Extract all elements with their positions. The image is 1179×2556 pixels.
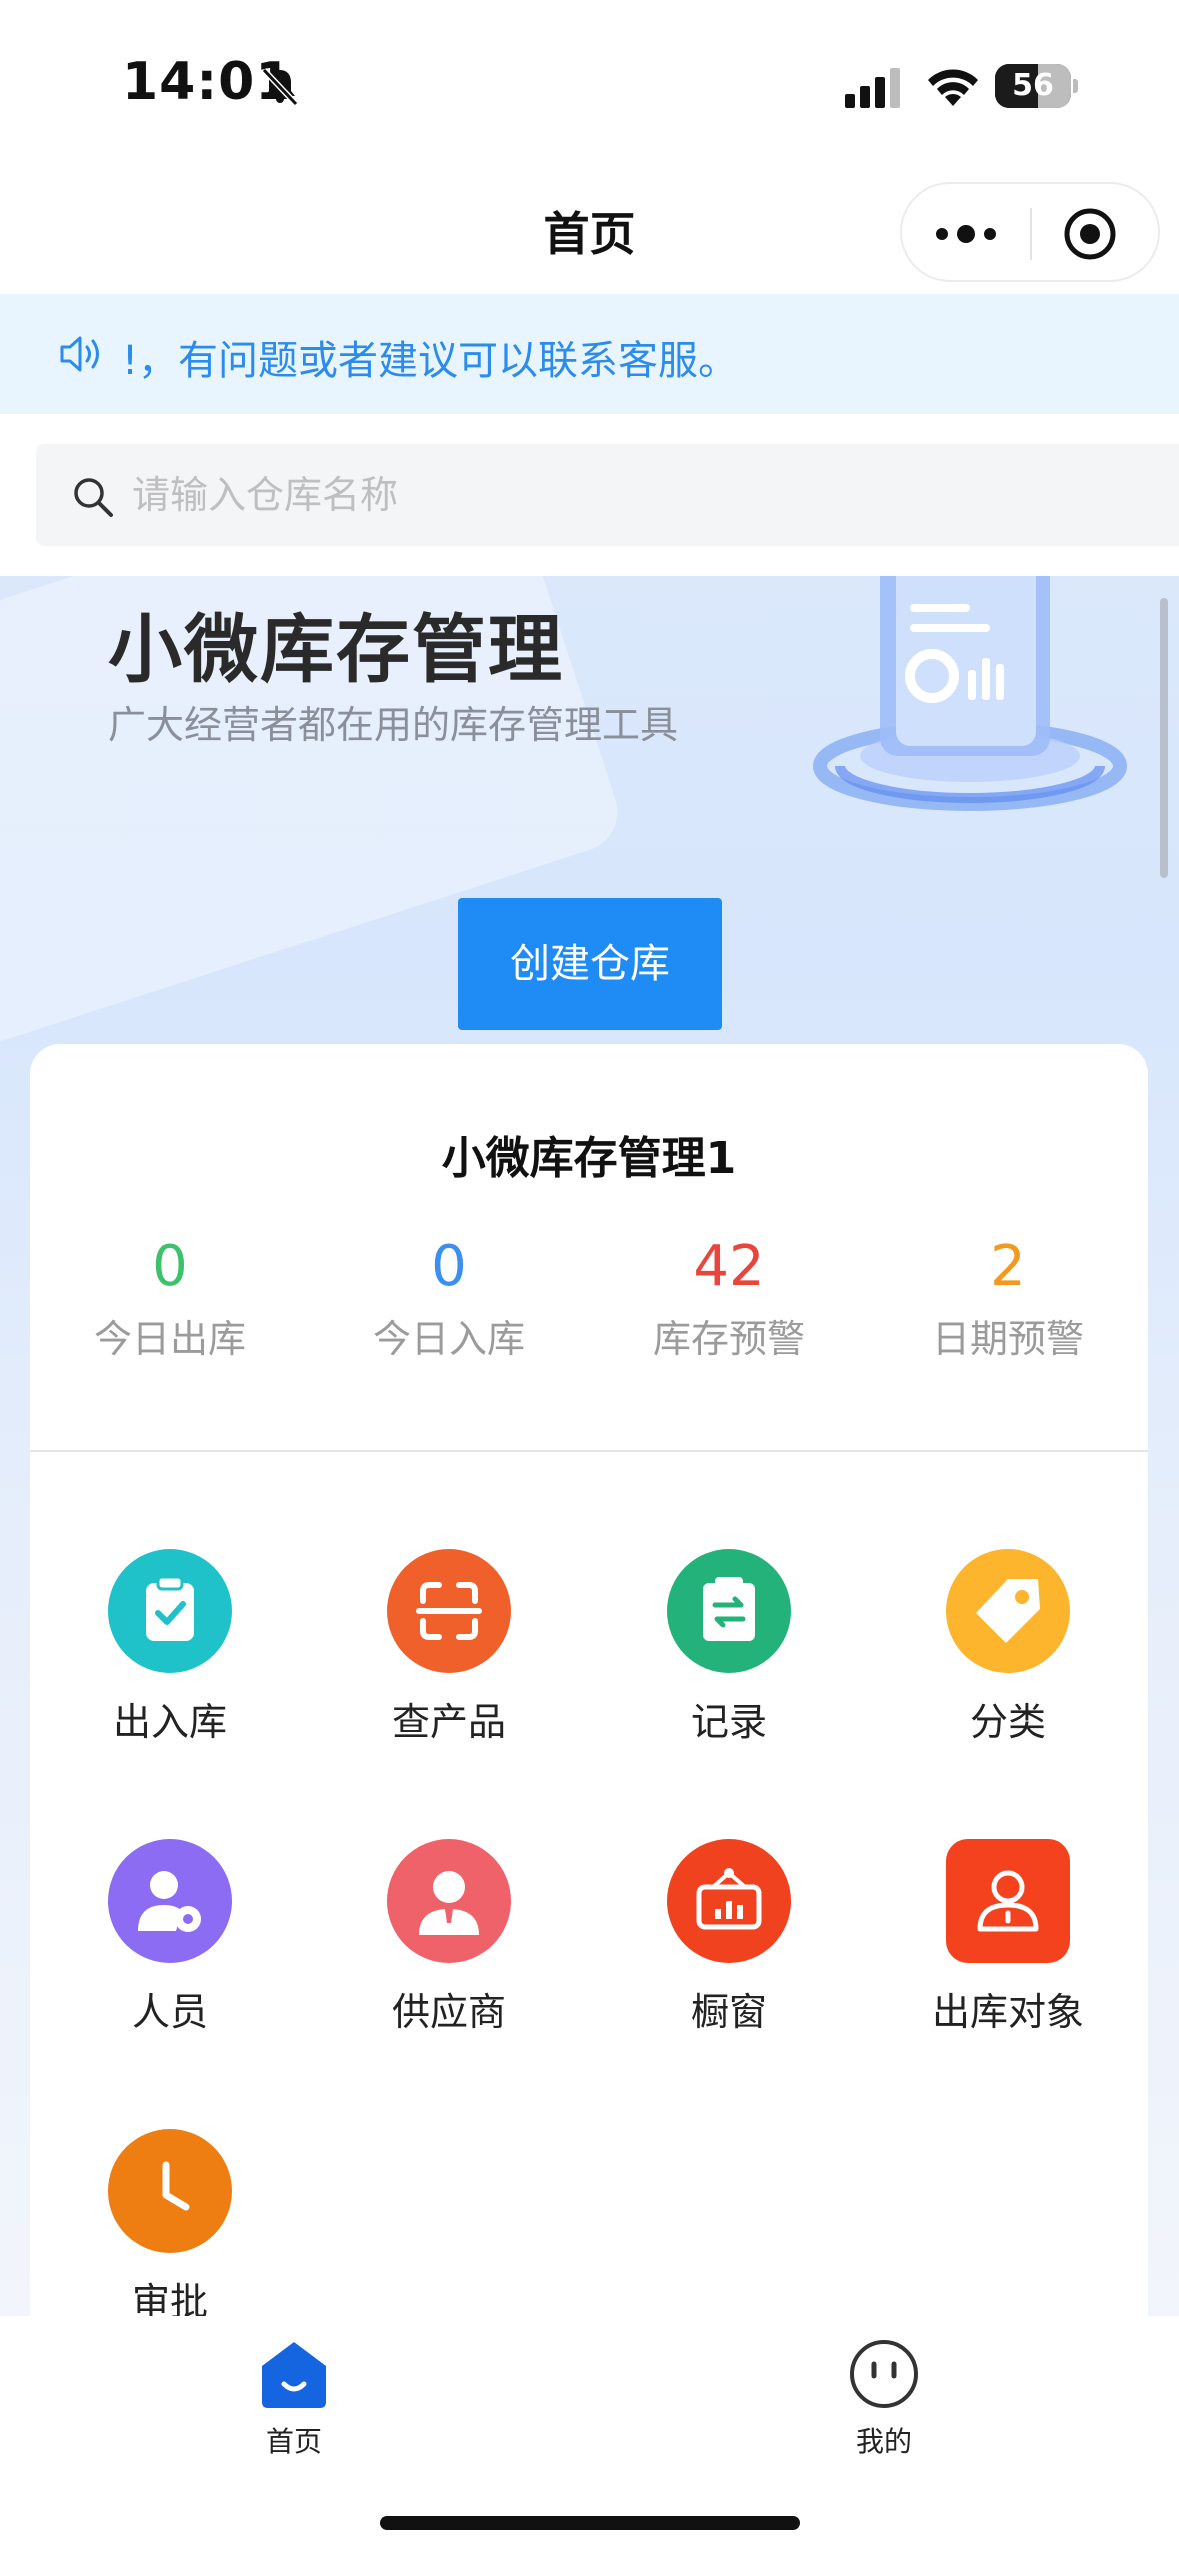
warehouse-card: 小微库存管理1 0 今日出库 0 今日入库 42 库存预警 2 日期预警 出入库… <box>30 1044 1148 2316</box>
showcase-icon <box>696 1868 762 1930</box>
hero-banner: 小微库存管理 广大经营者都在用的库存管理工具 创建仓库 小微库存管理1 0 今日… <box>0 576 1179 2316</box>
tag-icon <box>976 1579 1040 1643</box>
mini-program-capsule <box>900 182 1160 282</box>
stat-value: 42 <box>693 1234 765 1299</box>
clock-icon <box>162 2161 190 2211</box>
menu-label: 橱窗 <box>690 1990 767 2034</box>
scrollbar[interactable] <box>1160 598 1168 878</box>
menu-item-showcase[interactable]: 橱窗 <box>589 1839 869 2069</box>
tab-label: 我的 <box>855 2425 912 2458</box>
stat-label: 今日出库 <box>93 1317 246 1361</box>
navigation-bar: 首页 <box>0 170 1179 294</box>
menu-label: 审批 <box>131 2280 208 2316</box>
menu-item-records[interactable]: 记录 <box>589 1549 869 1779</box>
stat-label: 库存预警 <box>652 1317 805 1361</box>
profile-face-icon <box>850 2340 918 2408</box>
menu-label: 出库对象 <box>931 1990 1084 2034</box>
more-options-icon[interactable] <box>932 212 1000 256</box>
home-indicator[interactable] <box>380 2516 800 2530</box>
capsule-divider <box>1030 208 1032 260</box>
stat-value: 0 <box>152 1234 188 1299</box>
stat-label: 今日入库 <box>372 1317 525 1361</box>
menu-item-search-product[interactable]: 查产品 <box>309 1549 589 1779</box>
stat-date-warning[interactable]: 2 日期预警 <box>868 1232 1148 1363</box>
search-box[interactable] <box>36 444 1179 546</box>
menu-item-stock-in-out[interactable]: 出入库 <box>30 1549 310 1779</box>
create-warehouse-button[interactable]: 创建仓库 <box>458 898 722 1030</box>
cellular-signal-icon <box>845 68 900 108</box>
stat-value: 2 <box>990 1234 1026 1299</box>
tab-home[interactable]: 首页 <box>194 2328 394 2478</box>
person-icon <box>977 1870 1039 1932</box>
warehouse-name: 小微库存管理1 <box>441 1133 737 1184</box>
menu-label: 供应商 <box>391 1990 506 2034</box>
home-icon <box>262 2342 326 2408</box>
search-input[interactable] <box>132 464 1032 526</box>
status-bar: 14:01 56 <box>0 0 1179 170</box>
menu-label: 分类 <box>969 1700 1046 1744</box>
record-icon <box>703 1577 755 1641</box>
card-divider <box>30 1450 1148 1452</box>
menu-label: 查产品 <box>391 1700 506 1744</box>
menu-item-category[interactable]: 分类 <box>868 1549 1148 1779</box>
stats-row: 0 今日出库 0 今日入库 42 库存预警 2 日期预警 <box>30 1232 1148 1382</box>
stat-label: 日期预警 <box>931 1317 1084 1361</box>
stat-today-inbound[interactable]: 0 今日入库 <box>309 1232 589 1363</box>
menu-item-staff[interactable]: 人员 <box>30 1839 310 2069</box>
hero-title: 小微库存管理 <box>108 607 564 693</box>
inventory-illustration-icon <box>813 576 1127 811</box>
stat-today-outbound[interactable]: 0 今日出库 <box>30 1232 310 1363</box>
scan-icon <box>416 1582 482 1640</box>
stat-stock-warning[interactable]: 42 库存预警 <box>589 1232 869 1363</box>
tab-label: 首页 <box>265 2425 322 2458</box>
menu-item-outbound-target[interactable]: 出库对象 <box>868 1839 1148 2069</box>
wifi-icon <box>928 69 978 106</box>
battery-indicator: 56 <box>995 64 1078 108</box>
notice-text: !，有问题或者建议可以联系客服。 <box>122 338 739 384</box>
clipboard-check-icon <box>146 1575 194 1641</box>
menu-label: 人员 <box>131 1990 208 2034</box>
user-gear-icon <box>138 1871 201 1932</box>
menu-label: 出入库 <box>112 1700 227 1744</box>
stat-value: 0 <box>431 1234 467 1299</box>
search-icon <box>74 478 113 517</box>
battery-level: 56 <box>1012 68 1054 103</box>
tab-mine[interactable]: 我的 <box>784 2328 984 2478</box>
bell-muted-icon <box>261 67 299 107</box>
search-section <box>0 414 1179 576</box>
menu-label: 记录 <box>690 1700 767 1744</box>
hero-subtitle: 广大经营者都在用的库存管理工具 <box>108 703 679 747</box>
supplier-icon <box>419 1871 479 1935</box>
speaker-icon <box>60 336 99 372</box>
notice-bar[interactable]: !，有问题或者建议可以联系客服。 <box>0 294 1179 414</box>
close-target-icon[interactable] <box>1062 206 1118 262</box>
menu-item-approval[interactable]: 审批 <box>30 2129 310 2316</box>
menu-item-supplier[interactable]: 供应商 <box>309 1839 589 2069</box>
